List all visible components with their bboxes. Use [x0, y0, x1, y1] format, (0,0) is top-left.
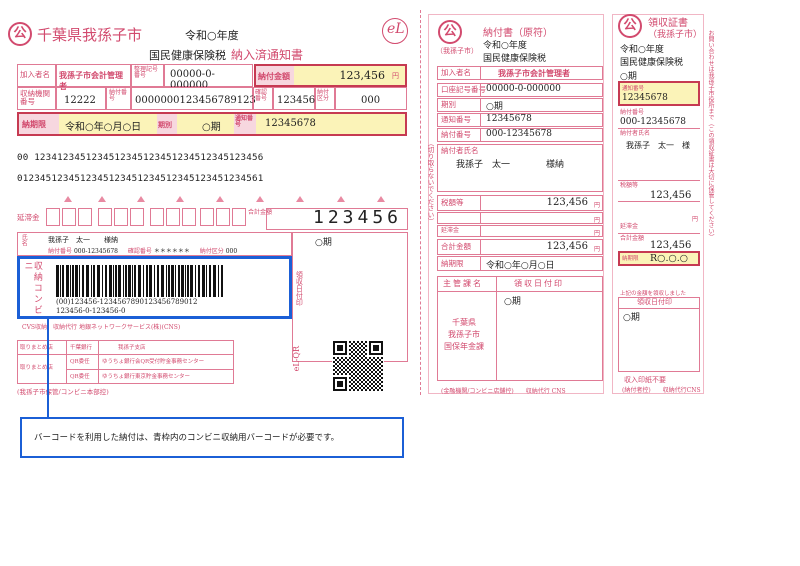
note-pointer-line [47, 318, 49, 418]
notice-title: 納入済通知書 [231, 48, 304, 62]
ocr-line-1: 00 1234123451234512345123451234512345123… [17, 152, 264, 163]
receipt-stamp-area: 領収日付印 ○期 [618, 297, 700, 372]
barcode-note: バーコードを利用した納付は、青枠内のコンビニ収納用バーコードが必要です。 [34, 433, 340, 443]
shuno-cell: 12222 [56, 87, 106, 110]
el-logo-icon: eL [382, 18, 408, 44]
receipt-side-note: お問い合わせは我孫子市役所まで（この領収証書は大切に保管してください） [707, 30, 714, 240]
barcode-image [56, 265, 223, 297]
cvs-barcode-box: 収納コンビニ (00)123456-1234567890123456789012… [17, 256, 292, 319]
arrow-up-icon [377, 196, 385, 202]
shuno-label-cell: 収納機関番号 [17, 87, 56, 110]
seiri-cell: 00000-0-000000 [164, 64, 253, 91]
kakunin-cell: 123456 [273, 87, 315, 110]
qr-code-image [332, 340, 384, 392]
amount-box: 納付金額 123,456 円 [254, 64, 407, 87]
amount-value: 123,456 [339, 69, 386, 82]
gokei-digits: 123456 [313, 207, 403, 228]
arrow-up-icon [296, 196, 304, 202]
city-seal-icon: 公 [8, 22, 32, 46]
nofu-kubun-cell: 000 [335, 87, 407, 110]
arrow-up-icon [216, 196, 224, 202]
footer-left: (我孫子市保管/コンビニ本部控) [17, 388, 109, 396]
enkin-label: 延滞金 [17, 213, 40, 222]
ryoshu-stamp-label: 領収日付印 [295, 271, 304, 306]
gokei-digits-box: 123456 [266, 207, 408, 230]
barcode-line-1: (00)123456-1234567890123456789012 [56, 298, 198, 306]
mid-stamp-area: 主管課名 領収日付印 ○期 千葉県 我孫子市 国保年金課 [437, 276, 603, 381]
arrow-up-icon [98, 196, 106, 202]
kigen-value: 令和○年○月○日 [65, 122, 142, 133]
barcode-note-box: バーコードを利用した納付は、青枠内のコンビニ収納用バーコードが必要です。 [20, 417, 404, 458]
barcode-line-2: 123456-0-123456-0 [56, 307, 126, 315]
kigen-row: 納期限 令和○年○月○日 期別 ○期 通知番号 12345678 [17, 112, 407, 136]
mid-title: 納付書（原符） [483, 28, 553, 39]
city-name: 千葉県我孫子市 [37, 26, 143, 44]
kanyusha-label-cell: 加入者名 [17, 64, 56, 87]
tax-name: 国民健康保険税 [149, 49, 226, 62]
bank-table: 取りまとめ店 千葉銀行 我孫子支店 取りまとめ店 QR委任 ゆうちょ銀行会QR受… [17, 340, 234, 384]
ocr-line-2: 0123451234512345123451234512345123451234… [17, 173, 264, 184]
tsuchi-value: 12345678 [265, 118, 316, 129]
arrow-up-icon [256, 196, 264, 202]
city-seal-icon: 公 [618, 14, 642, 38]
arrow-up-icon [64, 196, 72, 202]
el-qr-label: eL-QR [292, 346, 301, 372]
nofu-bango-cell: 0000000123456789123 [131, 87, 256, 110]
arrow-up-icon [176, 196, 184, 202]
arrow-up-icon [137, 196, 145, 202]
kibetsu-value: ○期 [202, 122, 221, 133]
era-year: 令和○年度 [185, 29, 239, 42]
kakunin-label-cell: 確認番号 [253, 87, 273, 110]
shimei-row: 氏名 我孫子 太一 様納 納付番号 000-12345678 確認番号 ＊＊＊＊… [17, 232, 292, 256]
city-seal-icon: 公 [438, 20, 462, 44]
seiri-label-cell: 整理記号番号 [131, 64, 164, 87]
nofu-kubun-label-cell: 納付区分 [315, 87, 335, 110]
arrow-up-icon [337, 196, 345, 202]
cvs-label: CVS収納 収納代行 地銀ネットワークサービス(株)(CNS) [22, 324, 181, 331]
kanyusha-cell: 我孫子市会計管理者 [56, 64, 131, 91]
nofu-bango-label-cell: 納付番号 [106, 87, 131, 110]
